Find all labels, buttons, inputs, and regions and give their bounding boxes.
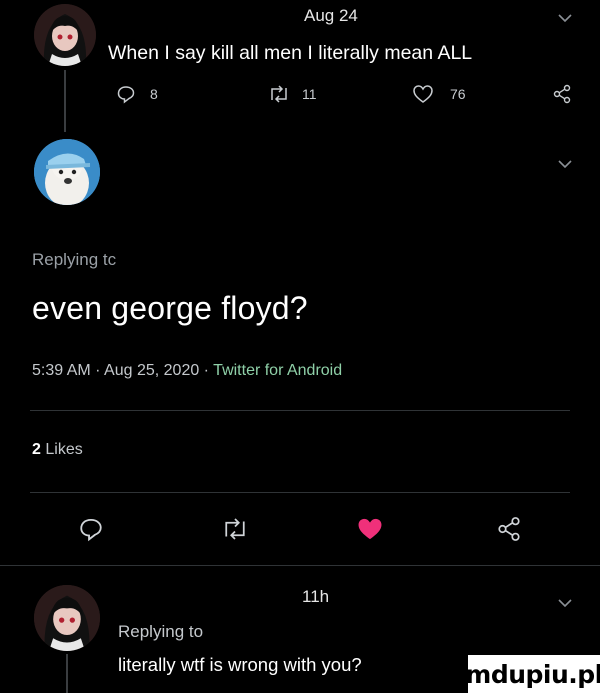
- tweet3-time: 11h: [302, 587, 330, 606]
- chevron-down-icon-3[interactable]: [557, 595, 573, 613]
- tweet2-meta: 5:39 AM · Aug 25, 2020 · Twitter for And…: [32, 362, 342, 380]
- chevron-down-icon[interactable]: [557, 10, 573, 28]
- tweet1-actions: 8 11 76: [0, 84, 600, 108]
- tweet2-text: even george floyd?: [32, 290, 308, 326]
- replying-to-label: Replying tc: [32, 250, 117, 269]
- tweet3-replying-label: Replying to: [118, 622, 204, 641]
- tweet2-timestamp: 5:39 AM · Aug 25, 2020 ·: [32, 362, 214, 379]
- like-icon[interactable]: [412, 84, 434, 104]
- thread-line-3: [66, 654, 68, 693]
- like-count: 76: [450, 86, 466, 102]
- liked-heart-icon[interactable]: [356, 516, 384, 542]
- tweet2-source-link[interactable]: Twitter for Android: [213, 362, 342, 379]
- share-icon-large[interactable]: [496, 516, 522, 542]
- likes-summary[interactable]: 2 Likes: [32, 441, 83, 459]
- likes-summary-label: Likes: [45, 441, 83, 458]
- retweet-count: 11: [302, 86, 317, 102]
- tweet1-text: When I say kill all men I literally mean…: [108, 42, 473, 64]
- avatar-tweet1[interactable]: [34, 4, 96, 66]
- share-icon[interactable]: [552, 84, 572, 104]
- divider-2: [30, 492, 570, 493]
- retweet-icon[interactable]: [267, 84, 291, 104]
- reply-icon[interactable]: [116, 84, 136, 104]
- chevron-down-icon-2[interactable]: [557, 156, 573, 174]
- avatar-tweet3[interactable]: [34, 585, 100, 651]
- tweet2-actions: [0, 516, 600, 548]
- retweet-icon-large[interactable]: [220, 516, 250, 542]
- avatar-tweet2[interactable]: [34, 139, 100, 205]
- likes-summary-count: 2: [32, 441, 41, 458]
- watermark-logo: mdupiu.pl: [465, 655, 600, 693]
- tweet3-text: literally wtf is wrong with you?: [118, 654, 362, 675]
- reply-count: 8: [150, 86, 158, 102]
- divider-1: [30, 410, 570, 411]
- reply-icon-large[interactable]: [78, 516, 104, 542]
- tweet1-date: Aug 24: [304, 6, 358, 25]
- section-divider: [0, 565, 600, 566]
